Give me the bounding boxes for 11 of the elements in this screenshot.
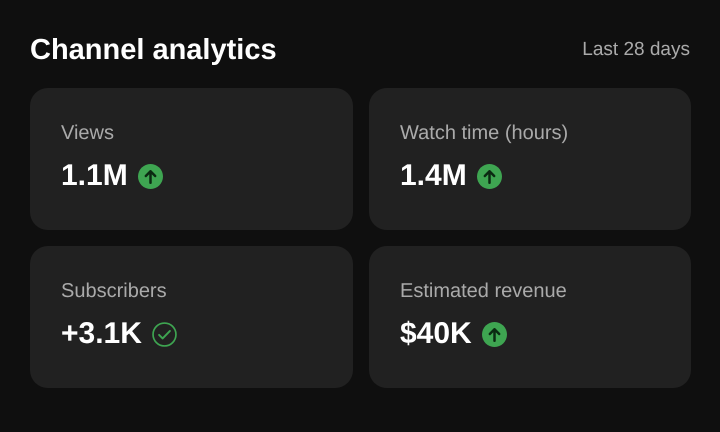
metric-label: Views bbox=[61, 122, 115, 145]
check-circle-icon bbox=[152, 322, 177, 346]
metric-value: 1.1M bbox=[61, 159, 128, 193]
metric-value: $40K bbox=[400, 317, 472, 351]
metric-value: 1.4M bbox=[400, 159, 467, 193]
metric-value: +3.1K bbox=[61, 317, 142, 351]
section-title: Channel analytics bbox=[30, 34, 277, 66]
metric-label: Subscribers bbox=[61, 280, 168, 303]
metric-label: Estimated revenue bbox=[400, 280, 568, 303]
date-range: Last 28 days bbox=[582, 39, 690, 61]
metric-label: Watch time (hours) bbox=[400, 122, 570, 145]
